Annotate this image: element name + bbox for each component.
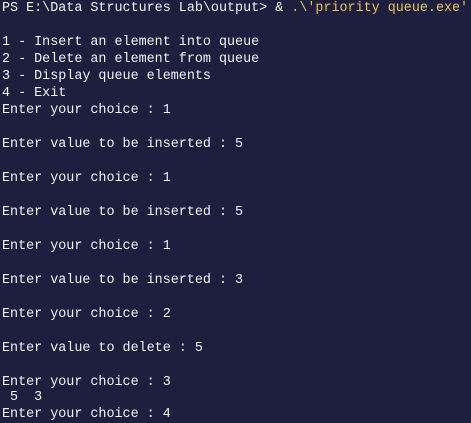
menu-line-exit: 4 - Exit <box>2 86 67 101</box>
command-string: .\'priority queue.exe' <box>291 1 469 16</box>
queue-elements-line: 5 3 <box>2 390 43 405</box>
output-line: Enter your choice : 2 <box>2 307 171 322</box>
menu-line-delete: 2 - Delete an element from queue <box>2 52 260 67</box>
output-line: Enter value to be inserted : 5 <box>2 137 244 152</box>
output-line: Enter your choice : 1 <box>2 171 171 186</box>
command-operator: & <box>275 1 292 16</box>
menu-line-insert: 1 - Insert an element into queue <box>2 35 260 50</box>
menu-line-display: 3 - Display queue elements <box>2 69 211 84</box>
output-line: Enter your choice : 1 <box>2 239 171 254</box>
output-line: Enter value to delete : 5 <box>2 341 203 356</box>
prompt-line: PS E:\Data Structures Lab\output> & .\'p… <box>2 0 468 17</box>
terminal-window[interactable]: PS E:\Data Structures Lab\output> & .\'p… <box>0 0 471 423</box>
output-line: Enter value to be inserted : 3 <box>2 273 244 288</box>
output-line: Enter your choice : 4 <box>2 407 171 422</box>
prompt-path: PS E:\Data Structures Lab\output> <box>2 1 276 16</box>
output-line: Enter value to be inserted : 5 <box>2 205 244 220</box>
output-line: Enter your choice : 1 <box>2 103 171 118</box>
